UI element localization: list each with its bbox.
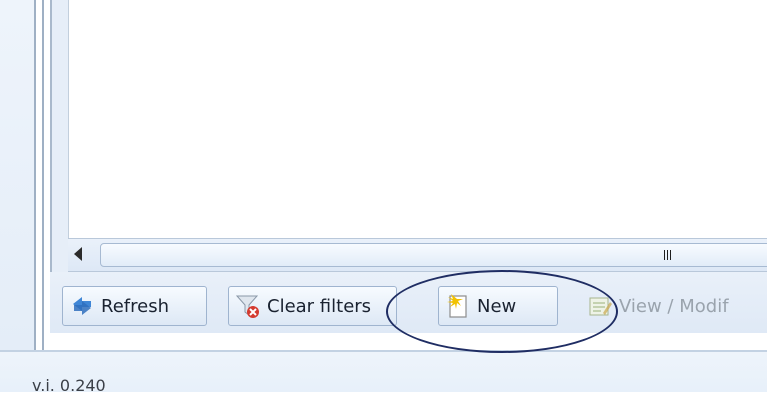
refresh-arrows-icon	[69, 293, 95, 319]
left-frame	[0, 0, 44, 350]
refresh-label: Refresh	[101, 295, 169, 317]
frame-divider	[42, 0, 44, 350]
new-button[interactable]: New	[438, 286, 558, 326]
status-text: v.i. 0.240	[32, 376, 106, 395]
scrollbar-thumb[interactable]	[100, 243, 767, 267]
frame-divider	[34, 0, 36, 350]
new-label: New	[477, 295, 517, 317]
horizontal-scrollbar[interactable]	[68, 238, 767, 272]
grid-toolbar: Refresh Clear filters New View / Modif	[50, 272, 767, 333]
refresh-button[interactable]: Refresh	[62, 286, 207, 326]
view-modify-label: View / Modif	[619, 295, 729, 317]
new-document-icon	[445, 293, 471, 319]
grip-lines-icon	[664, 250, 672, 260]
edit-document-icon	[587, 293, 613, 319]
scroll-left-arrow-icon[interactable]	[74, 247, 82, 261]
view-modify-button[interactable]: View / Modif	[580, 286, 767, 326]
clear-filters-label: Clear filters	[267, 295, 372, 317]
funnel-remove-icon	[235, 293, 261, 319]
status-bar: v.i. 0.240	[0, 350, 767, 395]
clear-filters-button[interactable]: Clear filters	[228, 286, 397, 326]
data-grid	[68, 0, 767, 238]
